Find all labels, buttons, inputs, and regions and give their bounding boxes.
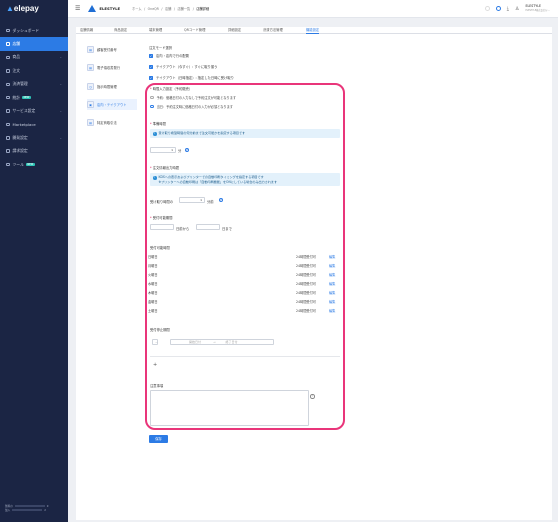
store-icon <box>6 42 10 46</box>
order-icon <box>6 69 10 73</box>
tab-payment-methods[interactable]: 決済方法管理 <box>263 27 283 34</box>
breadcrumb-store-list[interactable]: 店舗一覧 <box>177 7 190 11</box>
tab-store-info[interactable]: 店舗情報 <box>80 27 93 34</box>
new-badge: NEW <box>22 95 31 100</box>
receipt-icon: ▤ <box>87 64 94 71</box>
sidebar-item-stats[interactable]: 統計 NEW <box>0 91 68 104</box>
highlight-box <box>145 83 345 430</box>
breadcrumb-store[interactable]: 店舗 <box>165 7 171 11</box>
code-icon <box>6 136 10 140</box>
tab-detail-settings[interactable]: 詳細設定 <box>228 27 241 34</box>
document-icon: ▤ <box>87 119 94 126</box>
brand: ELESTYLE <box>88 5 120 12</box>
ticket-icon: ▤ <box>87 46 94 53</box>
chevron-down-icon: ⌄ <box>59 109 62 114</box>
tab-terminal[interactable]: 端末管理 <box>149 27 162 34</box>
billing-icon <box>6 149 10 153</box>
download-icon[interactable]: ⤓ <box>507 6 509 12</box>
order-mode-label: 注文モード選択 <box>149 46 173 50</box>
brand-logo-icon <box>88 5 97 12</box>
moon-icon[interactable] <box>484 6 490 11</box>
dashboard-icon <box>6 28 10 33</box>
sidebar-item-tools[interactable]: ツール NEW <box>0 158 68 171</box>
user-menu[interactable]: ELESTYLE ELESTYLE株式会社(テ... <box>525 4 550 12</box>
subnav-e-receipt[interactable]: ▤ 電子領収書発行 <box>87 62 137 73</box>
breadcrumb-home[interactable]: ホーム <box>132 7 141 11</box>
order-mode-checkbox-dine-in[interactable]: ✓ 店内・店内で行の配置 <box>149 53 189 58</box>
gear-icon <box>6 109 10 113</box>
sidebar-item-dev-settings[interactable]: 開発設定 ⌄ <box>0 131 68 144</box>
chevron-down-icon: ⌄ <box>59 55 62 60</box>
sidebar-item-billing[interactable]: 請求設定 <box>0 145 68 158</box>
sidebar-item-stores[interactable]: 店舗 <box>0 37 68 51</box>
order-mode-checkbox-takeout-scheduled[interactable]: ✓ テイクアウト（日時指定）: 指定した日時に受け取り <box>149 75 234 80</box>
bag-icon: ▣ <box>87 101 94 108</box>
breadcrumb: ホーム / OneQR / 店舗 / 店舗一覧 / 店舗詳細 <box>132 7 210 11</box>
sidebar-item-dashboard[interactable]: ダッシュボード <box>0 24 68 37</box>
product-icon <box>6 55 10 60</box>
sidebar-item-service-settings[interactable]: サービス設定 ⌄ <box>0 104 68 117</box>
save-button[interactable]: 保存 <box>149 435 168 443</box>
tab-product-settings[interactable]: 商品設定 <box>114 27 127 34</box>
check-icon: ✓ <box>149 64 153 69</box>
subnav-customer-number[interactable]: ▤ 顧客受付番号 <box>87 44 137 55</box>
chevron-down-icon: ⌄ <box>59 82 62 87</box>
subnav-dine-in-takeout[interactable]: ▣ 店内・テイクアウト <box>87 99 137 110</box>
payment-icon <box>6 82 10 86</box>
store-tabs: 店舗情報 商品設定 端末管理 QRコード管理 詳細設定 決済方法管理 機能設定 <box>76 27 552 34</box>
chevron-down-icon: ⌄ <box>59 135 62 140</box>
breadcrumb-oneqr[interactable]: OneQR <box>148 7 159 11</box>
marketplace-icon <box>6 122 10 127</box>
check-icon: ✓ <box>149 75 153 80</box>
user-icon[interactable]: ♙ <box>515 6 519 12</box>
sidebar-item-products[interactable]: 商品 ⌄ <box>0 51 68 64</box>
subnav-commerce-law[interactable]: ▤ 特定商取引法 <box>87 117 137 128</box>
top-right-controls: ⤓ ♙ ELESTYLE ELESTYLE株式会社(テ... <box>479 4 550 12</box>
logo: ▲elepay <box>6 4 39 13</box>
hamburger-icon[interactable]: ☰ <box>75 5 80 12</box>
new-badge: NEW <box>25 162 35 167</box>
breadcrumb-current: 店舗詳細 <box>196 7 210 11</box>
top-bar: ☰ ELESTYLE ホーム / OneQR / 店舗 / 店舗一覧 / 店舗詳… <box>68 0 558 18</box>
tab-qr-code[interactable]: QRコード管理 <box>184 27 205 34</box>
sidebar-footer: 無料の 0 加入 2 <box>5 505 49 512</box>
sidebar: ▲elepay ダッシュボード 店舗 商品 ⌄ 注文 決済管理 ⌄ 統計 NEW サー… <box>0 0 68 522</box>
subnav-time-management[interactable]: ◷ 指示時間管理 <box>87 81 137 92</box>
tab-feature-settings[interactable]: 機能設定 <box>306 27 320 34</box>
order-mode-checkbox-takeout-now[interactable]: ✓ テイクアウト（今すぐ）: すぐに取り揃う <box>149 64 217 69</box>
tool-icon <box>6 162 10 167</box>
check-icon: ✓ <box>149 53 153 58</box>
sidebar-item-orders[interactable]: 注文 <box>0 64 68 77</box>
chart-icon <box>6 95 10 100</box>
sidebar-item-marketplace[interactable]: Marketplace <box>0 118 68 131</box>
help-icon[interactable] <box>495 6 501 11</box>
sidebar-nav: ダッシュボード 店舗 商品 ⌄ 注文 決済管理 ⌄ 統計 NEW サービス設定 ⌄ Ma… <box>0 24 68 171</box>
clock-icon: ◷ <box>87 83 94 90</box>
sidebar-item-payments[interactable]: 決済管理 ⌄ <box>0 78 68 91</box>
